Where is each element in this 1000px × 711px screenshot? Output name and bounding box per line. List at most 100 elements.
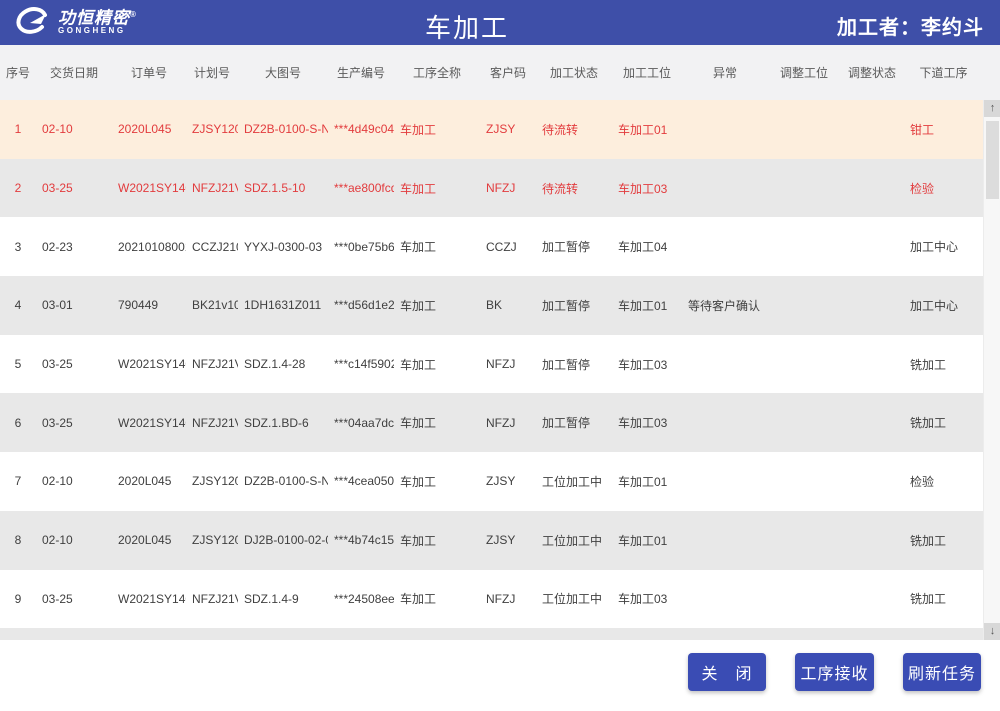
cell-customer-code: NFZJ <box>480 592 536 606</box>
cell-plan-no: CCZJ210 <box>186 240 238 254</box>
arrow-up-icon: ↑ <box>990 102 996 114</box>
footer-toolbar: 关 闭 工序接收 刷新任务 <box>0 640 1000 711</box>
cell-order-no: W2021SY140 <box>112 416 186 430</box>
cell-seq: 6 <box>0 416 36 430</box>
cell-delivery-date: 03-01 <box>36 298 112 312</box>
cell-next-process: 铣加工 <box>904 590 983 607</box>
cell-customer-code: NFZJ <box>480 416 536 430</box>
column-header-plan: 计划号 <box>186 64 238 81</box>
cell-process-name: 车加工 <box>394 121 480 138</box>
cell-seq: 9 <box>0 592 36 606</box>
cell-production-no: ***4b74c15b <box>328 533 394 547</box>
cell-delivery-date: 03-25 <box>36 416 112 430</box>
process-accept-button[interactable]: 工序接收 <box>795 653 874 691</box>
close-button[interactable]: 关 闭 <box>688 653 766 691</box>
cell-process-name: 车加工 <box>394 532 480 549</box>
table-row[interactable]: 1 02-10 2020L045 ZJSY1201 DZ2B-0100-S-N-… <box>0 100 983 159</box>
cell-machining-station: 车加工03 <box>612 590 682 607</box>
scrollbar-thumb[interactable] <box>986 121 999 199</box>
cell-process-name: 车加工 <box>394 414 480 431</box>
cell-drawing-no: SDZ.1.5-10 <box>238 181 328 195</box>
cell-production-no: ***04aa7dc0 <box>328 416 394 430</box>
cell-drawing-no: DZ2B-0100-S-N.1 <box>238 474 328 488</box>
cell-next-process: 检验 <box>904 180 983 197</box>
column-header-drawing: 大图号 <box>238 64 328 81</box>
cell-plan-no: ZJSY1201 <box>186 474 238 488</box>
cell-production-no: ***0be75b63 <box>328 240 394 254</box>
table-row[interactable]: 6 03-25 W2021SY140 NFZJ21V SDZ.1.BD-6 **… <box>0 393 983 452</box>
table-row[interactable]: 3 02-23 20210108001 CCZJ210 YYXJ-0300-03… <box>0 217 983 276</box>
cell-plan-no: NFZJ21V <box>186 181 238 195</box>
cell-order-no: 2020L045 <box>112 474 186 488</box>
column-header-adj_station: 调整工位 <box>768 64 840 81</box>
scroll-up-button[interactable]: ↑ <box>984 100 1000 117</box>
table-row[interactable]: 9 03-25 W2021SY140 NFZJ21V SDZ.1.4-9 ***… <box>0 570 983 629</box>
column-header-status: 加工状态 <box>536 64 612 81</box>
table-row[interactable]: 5 03-25 W2021SY140 NFZJ21V SDZ.1.4-28 **… <box>0 335 983 394</box>
table-row[interactable]: 2 03-25 W2021SY140 NFZJ21V SDZ.1.5-10 **… <box>0 159 983 218</box>
table-row[interactable]: 7 02-10 2020L045 ZJSY1201 DZ2B-0100-S-N.… <box>0 452 983 511</box>
cell-production-no: ***ae800fcd <box>328 181 394 195</box>
cell-machining-status: 工位加工中 <box>536 590 612 607</box>
cell-order-no: 20210108001 <box>112 240 186 254</box>
cell-customer-code: ZJSY <box>480 474 536 488</box>
table-row[interactable]: 4 03-01 790449 BK21v10 1DH1631Z011 ***d5… <box>0 276 983 335</box>
refresh-tasks-button[interactable]: 刷新任务 <box>903 653 981 691</box>
cell-next-process: 铣加工 <box>904 356 983 373</box>
column-header-adj_status: 调整状态 <box>840 64 904 81</box>
table-row-partial[interactable] <box>0 628 983 640</box>
cell-machining-station: 车加工01 <box>612 297 682 314</box>
cell-machining-station: 车加工01 <box>612 121 682 138</box>
cell-exception: 等待客户确认 <box>682 297 768 314</box>
table-row[interactable]: 8 02-10 2020L045 ZJSY1201 DJ2B-0100-02-0… <box>0 511 983 570</box>
cell-customer-code: NFZJ <box>480 181 536 195</box>
cell-machining-station: 车加工04 <box>612 238 682 255</box>
cell-drawing-no: SDZ.1.4-9 <box>238 592 328 606</box>
cell-machining-status: 待流转 <box>536 180 612 197</box>
cell-order-no: W2021SY140 <box>112 592 186 606</box>
cell-delivery-date: 03-25 <box>36 592 112 606</box>
cell-delivery-date: 03-25 <box>36 181 112 195</box>
column-header-customer: 客户码 <box>480 64 536 81</box>
cell-plan-no: NFZJ21V <box>186 357 238 371</box>
cell-machining-station: 车加工03 <box>612 414 682 431</box>
cell-seq: 2 <box>0 181 36 195</box>
brand-name-en: GONGHENG <box>58 26 137 36</box>
column-header-corner <box>983 45 1000 100</box>
cell-machining-status: 加工暂停 <box>536 414 612 431</box>
cell-delivery-date: 03-25 <box>36 357 112 371</box>
cell-delivery-date: 02-23 <box>36 240 112 254</box>
cell-machining-station: 车加工01 <box>612 532 682 549</box>
gongheng-logo-icon <box>12 5 52 37</box>
cell-order-no: W2021SY140 <box>112 181 186 195</box>
cell-machining-station: 车加工03 <box>612 180 682 197</box>
brand-name-cn: 功恒精密® <box>58 6 137 27</box>
column-header-date: 交货日期 <box>36 64 112 81</box>
table-body: 1 02-10 2020L045 ZJSY1201 DZ2B-0100-S-N-… <box>0 100 983 640</box>
cell-next-process: 铣加工 <box>904 532 983 549</box>
cell-process-name: 车加工 <box>394 297 480 314</box>
registered-mark: ® <box>130 10 137 19</box>
cell-drawing-no: 1DH1631Z011 <box>238 298 328 312</box>
scroll-down-button[interactable]: ↓ <box>984 623 1000 640</box>
cell-customer-code: ZJSY <box>480 122 536 136</box>
page-title: 车加工 <box>425 8 509 45</box>
cell-drawing-no: SDZ.1.BD-6 <box>238 416 328 430</box>
app-window: 功恒精密® GONGHENG 车加工 加工者：李约斗 序号交货日期订单号计划号大… <box>0 0 1000 711</box>
cell-drawing-no: DZ2B-0100-S-N- <box>238 122 328 136</box>
cell-plan-no: NFZJ21V <box>186 592 238 606</box>
vertical-scrollbar[interactable]: ↑ ↓ <box>983 100 1000 640</box>
cell-machining-status: 待流转 <box>536 121 612 138</box>
column-header-next: 下道工序 <box>904 64 983 81</box>
column-header-station: 加工工位 <box>612 64 682 81</box>
cell-machining-status: 工位加工中 <box>536 473 612 490</box>
cell-production-no: ***24508ee0 <box>328 592 394 606</box>
column-header-order: 订单号 <box>112 64 186 81</box>
cell-machining-station: 车加工03 <box>612 356 682 373</box>
cell-drawing-no: DJ2B-0100-02-03 <box>238 533 328 547</box>
cell-seq: 4 <box>0 298 36 312</box>
cell-order-no: 790449 <box>112 298 186 312</box>
cell-next-process: 钳工 <box>904 121 983 138</box>
cell-machining-station: 车加工01 <box>612 473 682 490</box>
cell-seq: 8 <box>0 533 36 547</box>
